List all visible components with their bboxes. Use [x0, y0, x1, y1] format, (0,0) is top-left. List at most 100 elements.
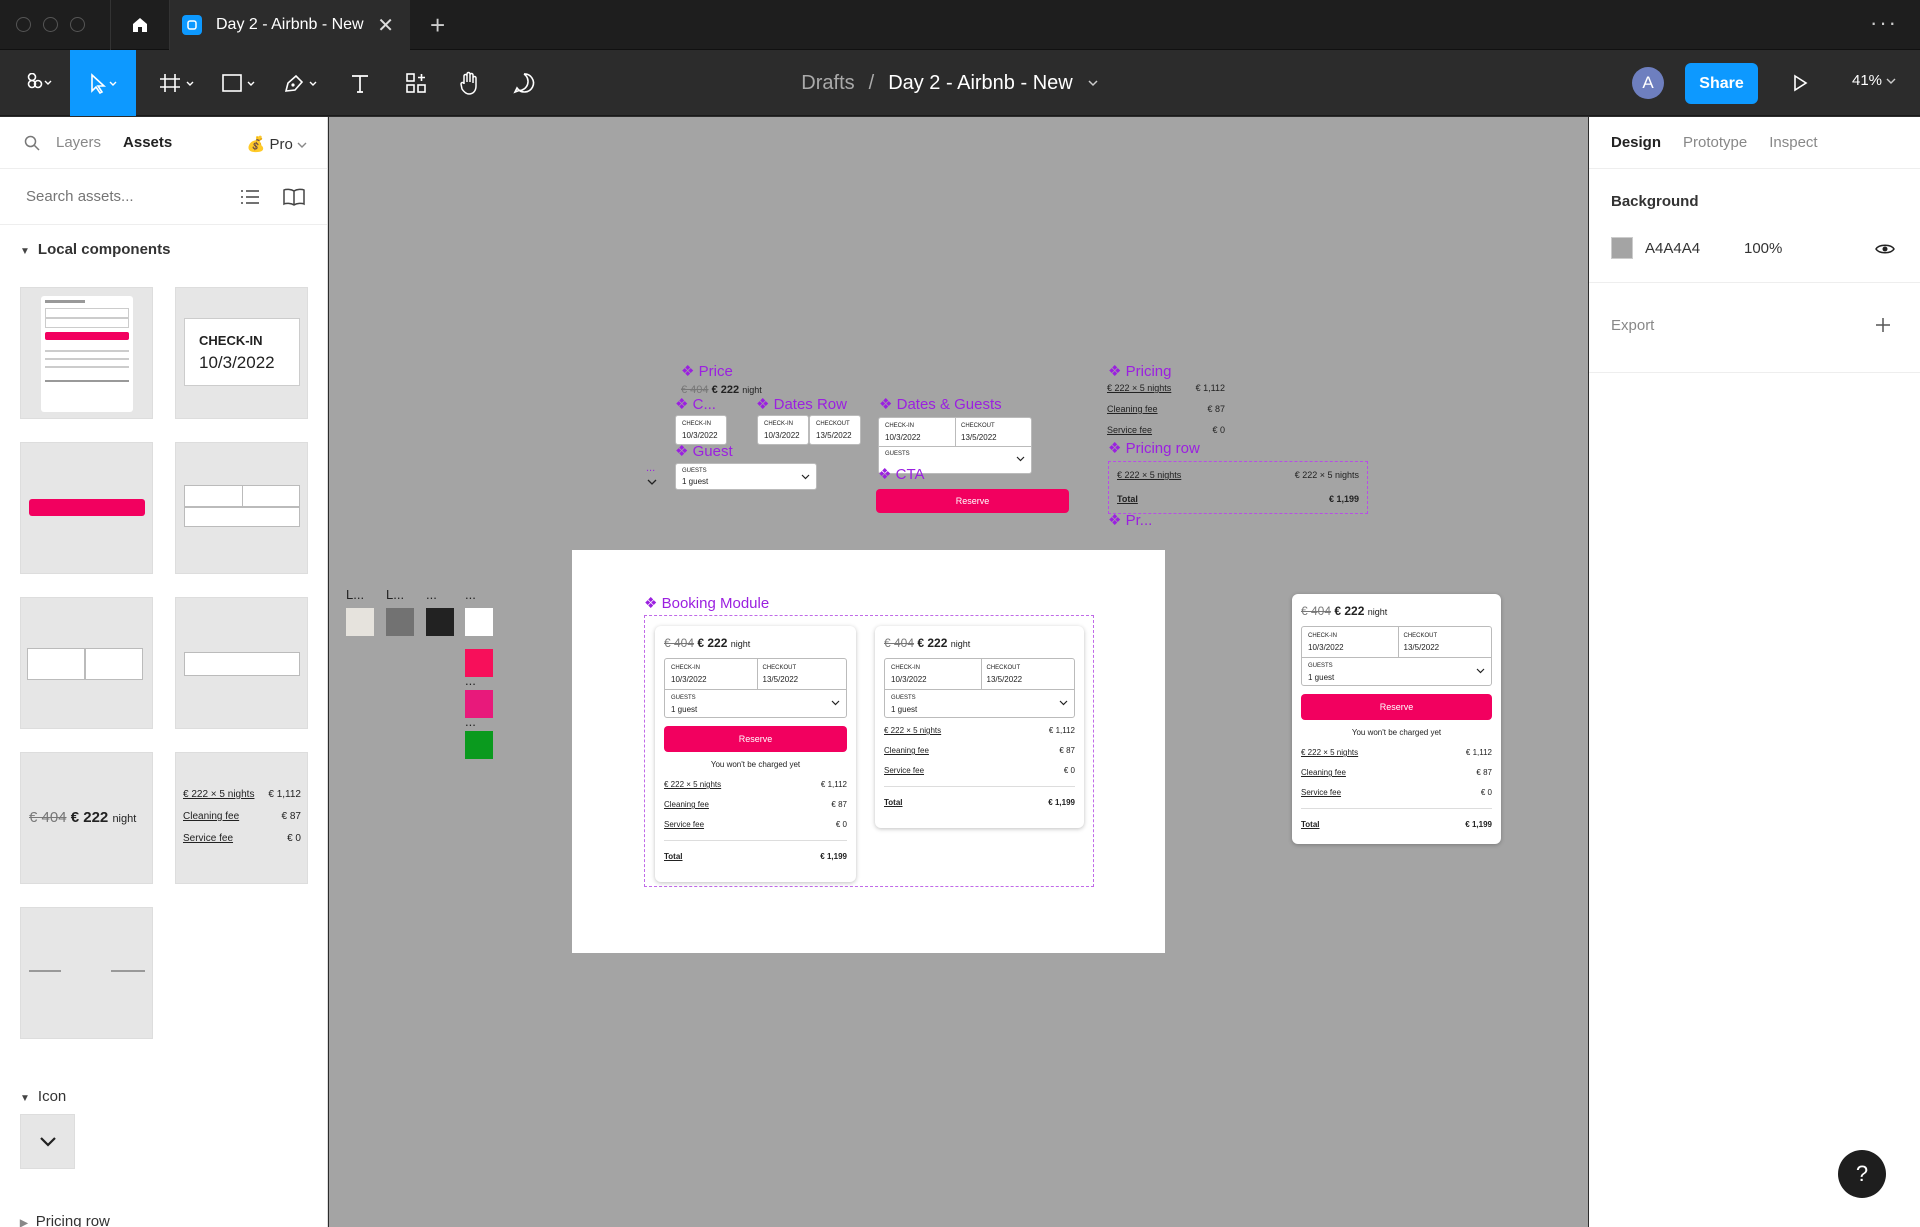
label-icon-dots[interactable]: ... — [646, 462, 655, 474]
zoom-menu[interactable]: 41% — [1852, 72, 1896, 89]
file-tab[interactable]: Day 2 - Airbnb - New ✕ — [170, 0, 410, 50]
tab-prototype[interactable]: Prototype — [1683, 134, 1747, 151]
label-dates-guests[interactable]: ❖ Dates & Guests — [879, 395, 1002, 413]
pricing-nights: € 222 × 5 nights — [1107, 383, 1172, 393]
list-view-icon[interactable] — [240, 189, 260, 205]
breadcrumb-drafts[interactable]: Drafts — [801, 72, 854, 95]
thumb-check-in[interactable]: CHECK-IN 10/3/2022 — [175, 287, 308, 419]
thumb-chevron[interactable] — [20, 1114, 75, 1169]
search-assets-input[interactable] — [26, 188, 226, 205]
component-pricing[interactable]: € 222 × 5 nights € 1,112 Cleaning fee € 87… — [1107, 383, 1225, 435]
label-c[interactable]: ❖ C... — [675, 395, 716, 413]
card-dates-guests[interactable]: CHECK-IN 10/3/2022 CHECKOUT 13/5/2022 GU… — [664, 658, 847, 718]
canvas[interactable]: ❖ Price € 404 € 222 night ❖ C... CHECK-I… — [329, 117, 1588, 1227]
chevron-down-icon[interactable] — [1059, 700, 1068, 706]
dates-row-checkout[interactable]: CHECKOUT 13/5/2022 — [809, 415, 861, 445]
label-d4[interactable]: ... — [465, 673, 476, 688]
checkin-value: 10/3/2022 — [671, 675, 707, 684]
booking-card-variant-1[interactable]: € 404 € 222 night CHECK-IN 10/3/2022 CHE… — [655, 626, 856, 882]
booking-card-variant-2[interactable]: € 404 € 222 night CHECK-IN 10/3/2022 CHE… — [875, 626, 1084, 828]
search-icon[interactable] — [24, 135, 40, 151]
booking-frame[interactable]: ❖ Booking Module € 404 € 222 night CHECK… — [572, 550, 1165, 953]
thumb-price[interactable]: € 404 € 222 night — [20, 752, 153, 884]
eye-icon[interactable] — [1875, 242, 1895, 256]
more-menu-icon[interactable]: ··· — [1870, 10, 1898, 36]
tab-inspect[interactable]: Inspect — [1769, 134, 1817, 151]
help-button[interactable]: ? — [1838, 1150, 1886, 1198]
chevron-down-icon[interactable] — [1087, 79, 1099, 87]
pricing-nights-value: € 1,112 — [1195, 383, 1225, 393]
new-tab-button[interactable]: + — [430, 10, 445, 41]
background-hex[interactable]: A4A4A4 — [1645, 240, 1700, 257]
label-d3[interactable]: ... — [465, 587, 476, 602]
plus-icon[interactable] — [1875, 317, 1891, 333]
component-checkin[interactable]: CHECK-IN 10/3/2022 — [675, 415, 727, 445]
booking-card-standalone[interactable]: € 404 € 222 night CHECK-IN 10/3/2022 CHE… — [1292, 594, 1501, 844]
label-pr[interactable]: ❖ Pr... — [1108, 511, 1152, 529]
avatar[interactable]: A — [1632, 67, 1664, 99]
label-cta[interactable]: ❖ CTA — [878, 465, 925, 483]
checkin-label: CHECK-IN — [891, 665, 921, 671]
label-d2[interactable]: ... — [426, 587, 437, 602]
thumb-guest[interactable] — [175, 597, 308, 729]
fee-label: € 222 × 5 nights — [1301, 748, 1359, 757]
home-tab[interactable] — [110, 0, 170, 50]
label-l1[interactable]: L... — [346, 587, 364, 602]
label-dates-row[interactable]: ❖ Dates Row — [756, 395, 847, 413]
swatch-white[interactable] — [465, 608, 493, 636]
thumb-dates-row[interactable] — [20, 597, 153, 729]
plan-badge[interactable]: 💰 Pro — [247, 135, 307, 153]
reserve-button[interactable]: Reserve — [1301, 694, 1492, 720]
component-guest[interactable]: GUESTS 1 guest — [675, 463, 817, 490]
swatch-black[interactable] — [426, 608, 454, 636]
label-d5[interactable]: ... — [465, 714, 476, 729]
close-tab-icon[interactable]: ✕ — [377, 13, 394, 38]
dates-row-checkin[interactable]: CHECK-IN 10/3/2022 — [757, 415, 809, 445]
library-book-icon[interactable] — [282, 188, 306, 206]
thumb-pricing-row[interactable] — [20, 907, 153, 1039]
thumb-cta[interactable] — [20, 442, 153, 574]
label-pricing[interactable]: ❖ Pricing — [1108, 362, 1171, 380]
window-controls[interactable] — [16, 17, 85, 32]
card-dates-guests[interactable]: CHECK-IN 10/3/2022 CHECKOUT 13/5/2022 GU… — [884, 658, 1075, 718]
tab-assets[interactable]: Assets — [123, 134, 172, 151]
checkin-label: CHECK-IN — [671, 665, 701, 671]
label-pricing-row[interactable]: ❖ Pricing row — [1108, 439, 1200, 457]
component-cta[interactable]: Reserve — [876, 489, 1069, 513]
label-price[interactable]: ❖ Price — [681, 362, 733, 380]
breadcrumb-file-name[interactable]: Day 2 - Airbnb - New — [888, 72, 1073, 95]
share-button[interactable]: Share — [1685, 63, 1758, 104]
reserve-button[interactable]: Reserve — [664, 726, 847, 752]
chevron-down-icon[interactable] — [831, 700, 840, 706]
guests-label: GUESTS — [671, 695, 696, 701]
divider — [664, 840, 847, 841]
checkin-value: 10/3/2022 — [1308, 643, 1344, 652]
maximize-window-icon[interactable] — [70, 17, 85, 32]
label-l2[interactable]: L... — [386, 587, 404, 602]
chevron-down-icon[interactable] — [647, 479, 657, 486]
thumb-booking-module[interactable] — [20, 287, 153, 419]
tab-layers[interactable]: Layers — [56, 134, 101, 151]
thumb-old-price: € 404 — [29, 809, 67, 826]
swatch-gray[interactable] — [386, 608, 414, 636]
thumb-dates-guests[interactable] — [175, 442, 308, 574]
card-dates-guests[interactable]: CHECK-IN 10/3/2022 CHECKOUT 13/5/2022 GU… — [1301, 626, 1492, 686]
thumb-pricing[interactable]: € 222 × 5 nights € 1,112 Cleaning fee € 87… — [175, 752, 308, 884]
no-charge-note: You won't be charged yet — [1351, 728, 1442, 737]
component-pricing-row[interactable]: € 222 × 5 nights € 222 × 5 nights Total … — [1108, 461, 1368, 514]
icon-section-header[interactable]: ▼ Icon — [0, 1072, 66, 1105]
present-button[interactable] — [1780, 50, 1820, 116]
chevron-down-icon[interactable] — [1476, 668, 1485, 674]
swatch-green[interactable] — [465, 731, 493, 759]
minimize-window-icon[interactable] — [43, 17, 58, 32]
local-components-header[interactable]: ▼ Local components — [0, 225, 327, 258]
background-swatch[interactable] — [1611, 237, 1633, 259]
total-value: € 1,199 — [1465, 820, 1492, 829]
label-guest[interactable]: ❖ Guest — [675, 442, 733, 460]
close-window-icon[interactable] — [16, 17, 31, 32]
label-booking-module[interactable]: ❖ Booking Module — [644, 594, 769, 612]
background-opacity[interactable]: 100% — [1744, 240, 1782, 257]
swatch-light[interactable] — [346, 608, 374, 636]
pricing-row-section-header[interactable]: ▶ Pricing row — [0, 1197, 110, 1227]
tab-design[interactable]: Design — [1611, 134, 1661, 151]
